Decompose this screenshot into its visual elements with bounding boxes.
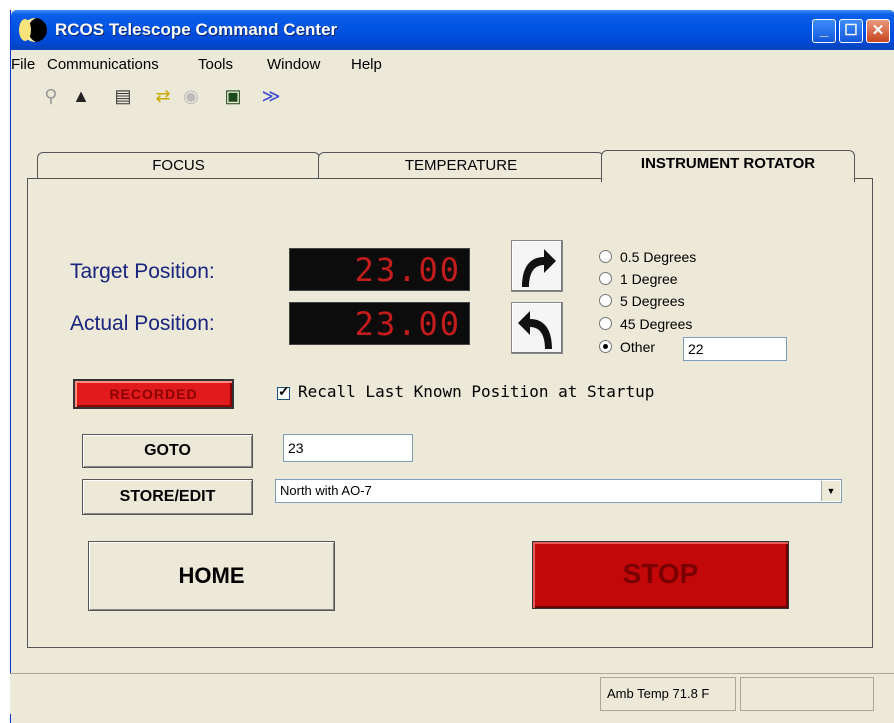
step-option-1-degree[interactable]: 1 Degree bbox=[599, 271, 678, 287]
target-position-label: Target Position: bbox=[70, 260, 215, 283]
menu-file[interactable]: File bbox=[11, 56, 35, 73]
tab-focus[interactable]: FOCUS bbox=[37, 152, 320, 179]
status-cell-empty bbox=[740, 677, 874, 711]
menu-communications[interactable]: Communications bbox=[47, 56, 159, 73]
folder-icon: ⇄ bbox=[155, 86, 171, 106]
chevron-down-icon: ≫ bbox=[261, 86, 281, 106]
expand-button[interactable]: ≫ bbox=[257, 82, 285, 110]
menu-tools[interactable]: Tools bbox=[198, 56, 233, 73]
radio-indicator bbox=[599, 272, 612, 285]
close-button[interactable]: ✕ bbox=[866, 19, 890, 43]
radio-label: 0.5 Degrees bbox=[620, 249, 697, 265]
window-title: RCOS Telescope Command Center bbox=[55, 20, 338, 39]
menu-bar: File Communications Tools Window Help bbox=[11, 50, 894, 78]
rotate-counterclockwise-button[interactable] bbox=[511, 302, 563, 354]
title-bar: RCOS Telescope Command Center _ ☐ ✕ bbox=[11, 10, 894, 50]
radio-indicator bbox=[599, 317, 612, 330]
telescope-button[interactable]: ▲ bbox=[67, 82, 95, 110]
tab-temperature[interactable]: TEMPERATURE bbox=[318, 152, 604, 179]
radio-label: 45 Degrees bbox=[620, 316, 693, 332]
chevron-down-icon[interactable]: ▼ bbox=[821, 481, 840, 501]
properties-icon: ▤ bbox=[114, 86, 132, 106]
rotate-clockwise-icon bbox=[522, 249, 556, 287]
rotate-clockwise-button[interactable] bbox=[511, 240, 563, 292]
step-option-other[interactable]: Other bbox=[599, 339, 655, 355]
recall-checkbox[interactable] bbox=[277, 383, 290, 400]
selected-preset: North with AO-7 bbox=[280, 483, 372, 498]
radio-label: 1 Degree bbox=[620, 271, 678, 287]
target-position-display: 23.00 bbox=[289, 248, 470, 291]
radio-indicator-checked bbox=[599, 340, 612, 353]
radio-label: Other bbox=[620, 339, 656, 355]
dial-button[interactable]: ◉ bbox=[177, 82, 205, 110]
other-degrees-input[interactable]: 22 bbox=[683, 337, 787, 361]
radio-indicator bbox=[599, 294, 612, 307]
radio-indicator bbox=[599, 250, 612, 263]
maximize-button[interactable]: ☐ bbox=[839, 19, 863, 43]
monitor-button[interactable]: ▣ bbox=[219, 82, 247, 110]
close-icon: ✕ bbox=[871, 22, 885, 39]
recall-label: Recall Last Known Position at Startup bbox=[298, 382, 655, 401]
minimize-icon: _ bbox=[819, 22, 829, 39]
menu-help[interactable]: Help bbox=[351, 56, 382, 73]
minimize-button[interactable]: _ bbox=[812, 19, 836, 43]
recorded-indicator[interactable]: RECORDED bbox=[73, 379, 234, 409]
store-edit-button[interactable]: STORE/EDIT bbox=[82, 479, 253, 515]
menu-window[interactable]: Window bbox=[267, 56, 320, 73]
position-preset-select[interactable]: North with AO-7 ▼ bbox=[275, 479, 842, 503]
radio-label: 5 Degrees bbox=[620, 293, 685, 309]
goto-button[interactable]: GOTO bbox=[82, 434, 253, 468]
stop-button[interactable]: STOP bbox=[532, 541, 789, 609]
step-option-5-degrees[interactable]: 5 Degrees bbox=[599, 293, 685, 309]
actual-position-label: Actual Position: bbox=[70, 312, 215, 335]
connect-icon: ⚲ bbox=[44, 86, 58, 106]
step-option-45-degrees[interactable]: 45 Degrees bbox=[599, 316, 692, 332]
goto-input[interactable]: 23 bbox=[283, 434, 413, 462]
rotate-counterclockwise-icon bbox=[518, 311, 552, 349]
step-option-0-5-degrees[interactable]: 0.5 Degrees bbox=[599, 249, 696, 265]
ambient-temp-status: Amb Temp 71.8 F bbox=[600, 677, 736, 711]
monitor-icon: ▣ bbox=[224, 86, 242, 106]
actual-position-display: 23.00 bbox=[289, 302, 470, 345]
moon-icon bbox=[23, 18, 47, 42]
tab-instrument-rotator[interactable]: INSTRUMENT ROTATOR bbox=[601, 150, 855, 182]
telescope-icon: ▲ bbox=[72, 86, 90, 106]
folder-button[interactable]: ⇄ bbox=[149, 82, 177, 110]
maximize-icon: ☐ bbox=[844, 22, 858, 39]
disabled-dial-icon: ◉ bbox=[183, 86, 199, 106]
home-button[interactable]: HOME bbox=[88, 541, 335, 611]
properties-button[interactable]: ▤ bbox=[109, 82, 137, 110]
connect-button[interactable]: ⚲ bbox=[37, 82, 65, 110]
